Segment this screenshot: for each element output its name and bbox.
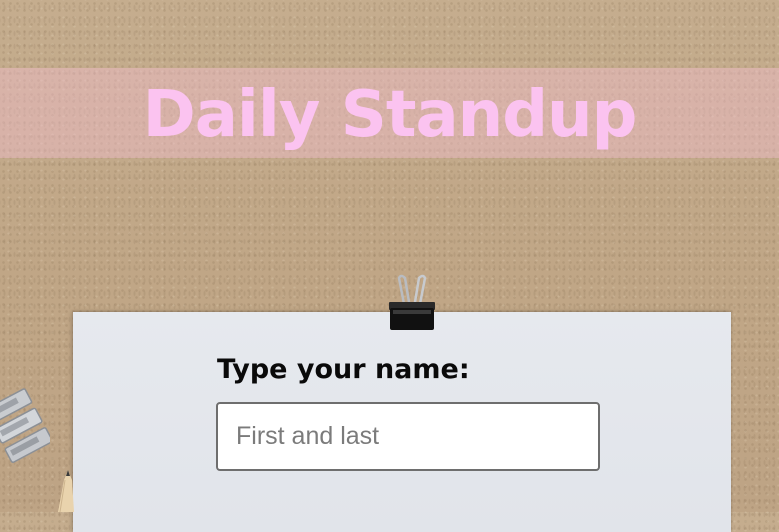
metal-clips-icon [0, 376, 53, 476]
name-input[interactable] [216, 402, 600, 471]
name-label: Type your name: [217, 354, 470, 385]
title-banner: Daily Standup [0, 68, 779, 158]
binder-clip-icon [387, 274, 437, 332]
page-title: Daily Standup [142, 78, 638, 152]
pencil-icon [46, 462, 80, 513]
